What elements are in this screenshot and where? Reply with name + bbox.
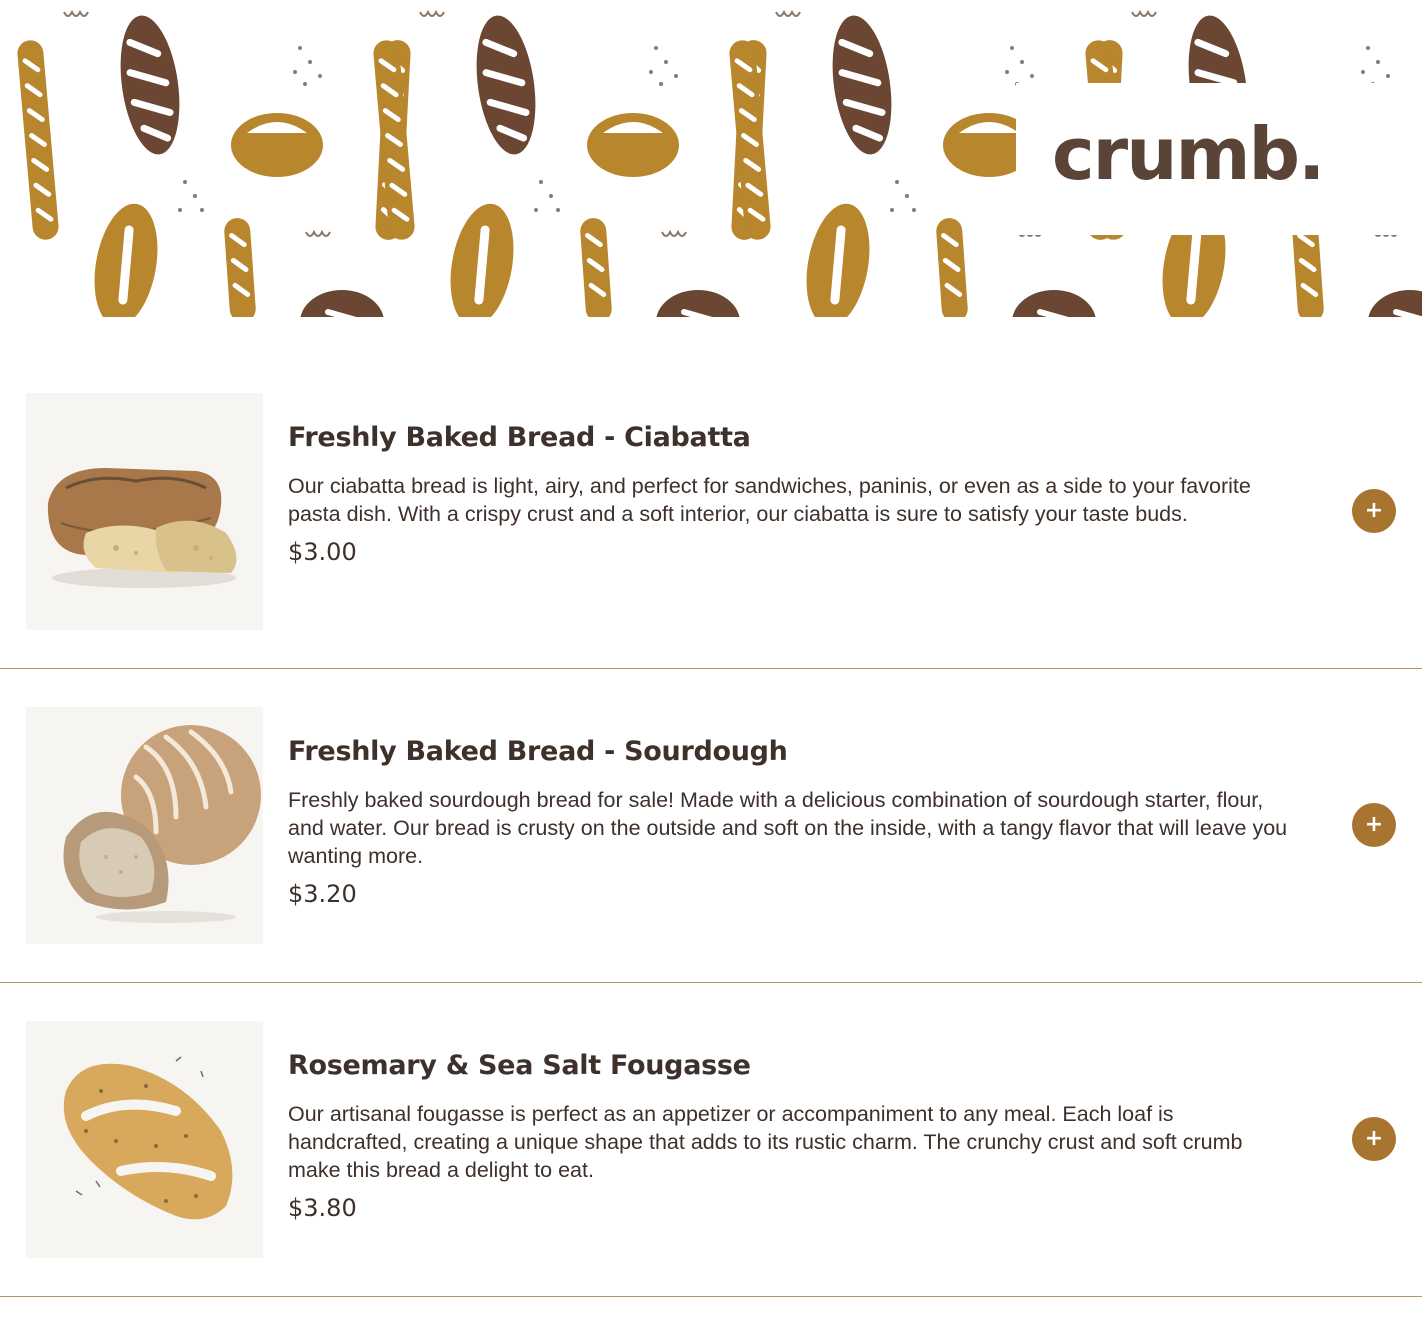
item-title[interactable]: Freshly Baked Bread - Sourdough [288,737,1298,767]
item-title[interactable]: Rosemary & Sea Salt Fougasse [288,1051,1298,1081]
sourdough-image[interactable] [26,707,263,944]
item-description: Freshly baked sourdough bread for sale! … [288,787,1288,868]
add-to-cart-button[interactable]: + [1352,1117,1396,1161]
fougasse-image[interactable] [26,1021,263,1258]
header-banner: crumb. [0,0,1422,317]
item-price: $3.80 [288,1193,357,1222]
menu-item-body: Rosemary & Sea Salt Fougasse Our artisan… [288,1051,1298,1222]
item-description: Our artisanal fougasse is perfect as an … [288,1101,1243,1182]
add-to-cart-button[interactable]: + [1352,489,1396,533]
item-title[interactable]: Freshly Baked Bread - Ciabatta [288,423,1298,453]
menu-item-body: Freshly Baked Bread - Ciabatta Our ciaba… [288,423,1298,566]
brand-logo[interactable]: crumb. [1052,118,1325,190]
add-to-cart-button[interactable]: + [1352,803,1396,847]
item-price: $3.00 [288,537,357,566]
ciabatta-image[interactable] [26,393,263,630]
menu-item-body: Freshly Baked Bread - Sourdough Freshly … [288,737,1298,908]
menu-item: Rosemary & Sea Salt Fougasse Our artisan… [0,983,1422,1297]
item-price: $3.20 [288,879,357,908]
menu-item: Freshly Baked Bread - Sourdough Freshly … [0,669,1422,983]
item-description: Our ciabatta bread is light, airy, and p… [288,473,1251,526]
menu-list: Freshly Baked Bread - Ciabatta Our ciaba… [0,317,1422,1297]
menu-item: Freshly Baked Bread - Ciabatta Our ciaba… [0,317,1422,669]
